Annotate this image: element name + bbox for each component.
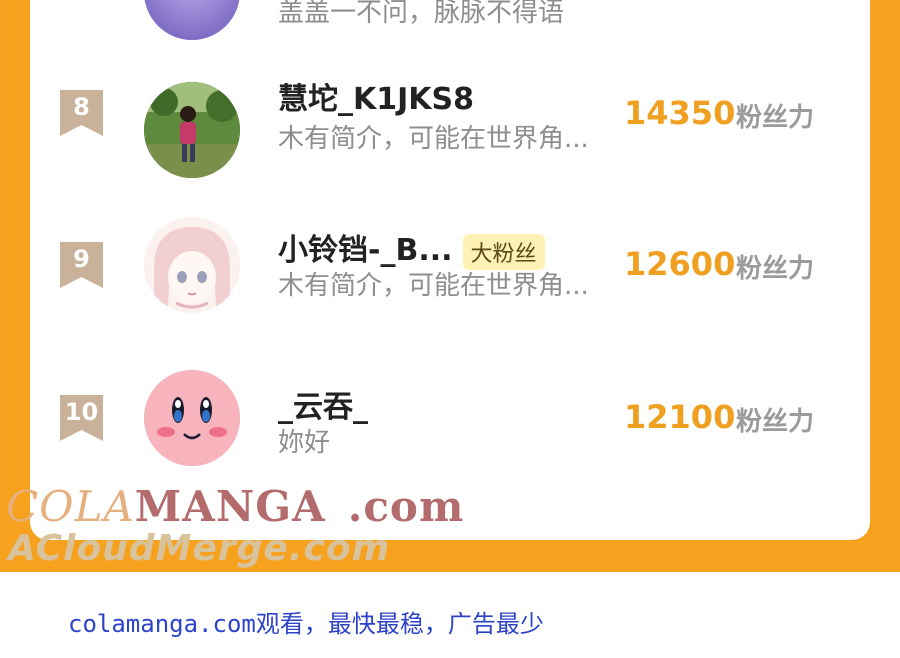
watermark-part: .com bbox=[347, 482, 465, 531]
anime-avatar-icon bbox=[144, 217, 240, 313]
watermark-colamanga: COLAMANGA .com bbox=[6, 482, 464, 531]
footer-notice[interactable]: colamanga.com观看，最快最稳，广告最少 bbox=[68, 604, 544, 639]
rank-badge: 8 bbox=[60, 90, 103, 136]
avatar[interactable] bbox=[144, 370, 240, 466]
kirby-avatar-icon bbox=[144, 370, 240, 466]
user-name[interactable]: 小铃铛-_B... 大粉丝 bbox=[278, 225, 545, 270]
watermark-part: COLA bbox=[6, 482, 135, 531]
avatar[interactable] bbox=[144, 82, 240, 178]
user-name-text: 小铃铛-_B... bbox=[278, 233, 453, 268]
watermark-part: MANGA bbox=[134, 482, 326, 531]
watermark-acloudmerge: ACloudMerge.com bbox=[8, 528, 391, 569]
avatar bbox=[144, 0, 240, 40]
rank-badge: 10 bbox=[60, 395, 103, 441]
rank-badge: 9 bbox=[60, 242, 103, 288]
user-name[interactable]: _云吞_ bbox=[278, 382, 368, 426]
avatar-photo bbox=[144, 82, 240, 178]
list-item[interactable]: 8 慧坨_K1JKS8 木有简介，可能在世界角... 14350 粉丝力 bbox=[30, 70, 870, 210]
fan-score-unit: 粉丝力 bbox=[736, 407, 815, 437]
ranking-list-card: 盖盖一不问，脉脉不得语 8 慧坨_K1JKS8 木有简介，可能在世界角... 1… bbox=[30, 0, 870, 540]
list-item[interactable]: 9 小铃铛-_B... 大粉丝 木有简介，可能在世界角... 12600 粉丝力 bbox=[30, 217, 870, 365]
fan-score-unit: 粉丝力 bbox=[736, 254, 815, 284]
fan-score: 12600 bbox=[624, 245, 736, 283]
fan-score: 14350 bbox=[624, 94, 736, 132]
avatar[interactable] bbox=[144, 217, 240, 313]
list-item[interactable]: 盖盖一不问，脉脉不得语 bbox=[30, 0, 870, 40]
user-description: 木有简介，可能在世界角... bbox=[278, 124, 589, 154]
user-description: 盖盖一不问，脉脉不得语 bbox=[278, 0, 565, 28]
user-description: 木有简介，可能在世界角... bbox=[278, 271, 589, 301]
fan-score: 12100 bbox=[624, 398, 736, 436]
user-name[interactable]: 慧坨_K1JKS8 bbox=[278, 74, 474, 118]
fan-score-unit: 粉丝力 bbox=[736, 103, 815, 133]
user-description: 妳好 bbox=[278, 428, 331, 458]
